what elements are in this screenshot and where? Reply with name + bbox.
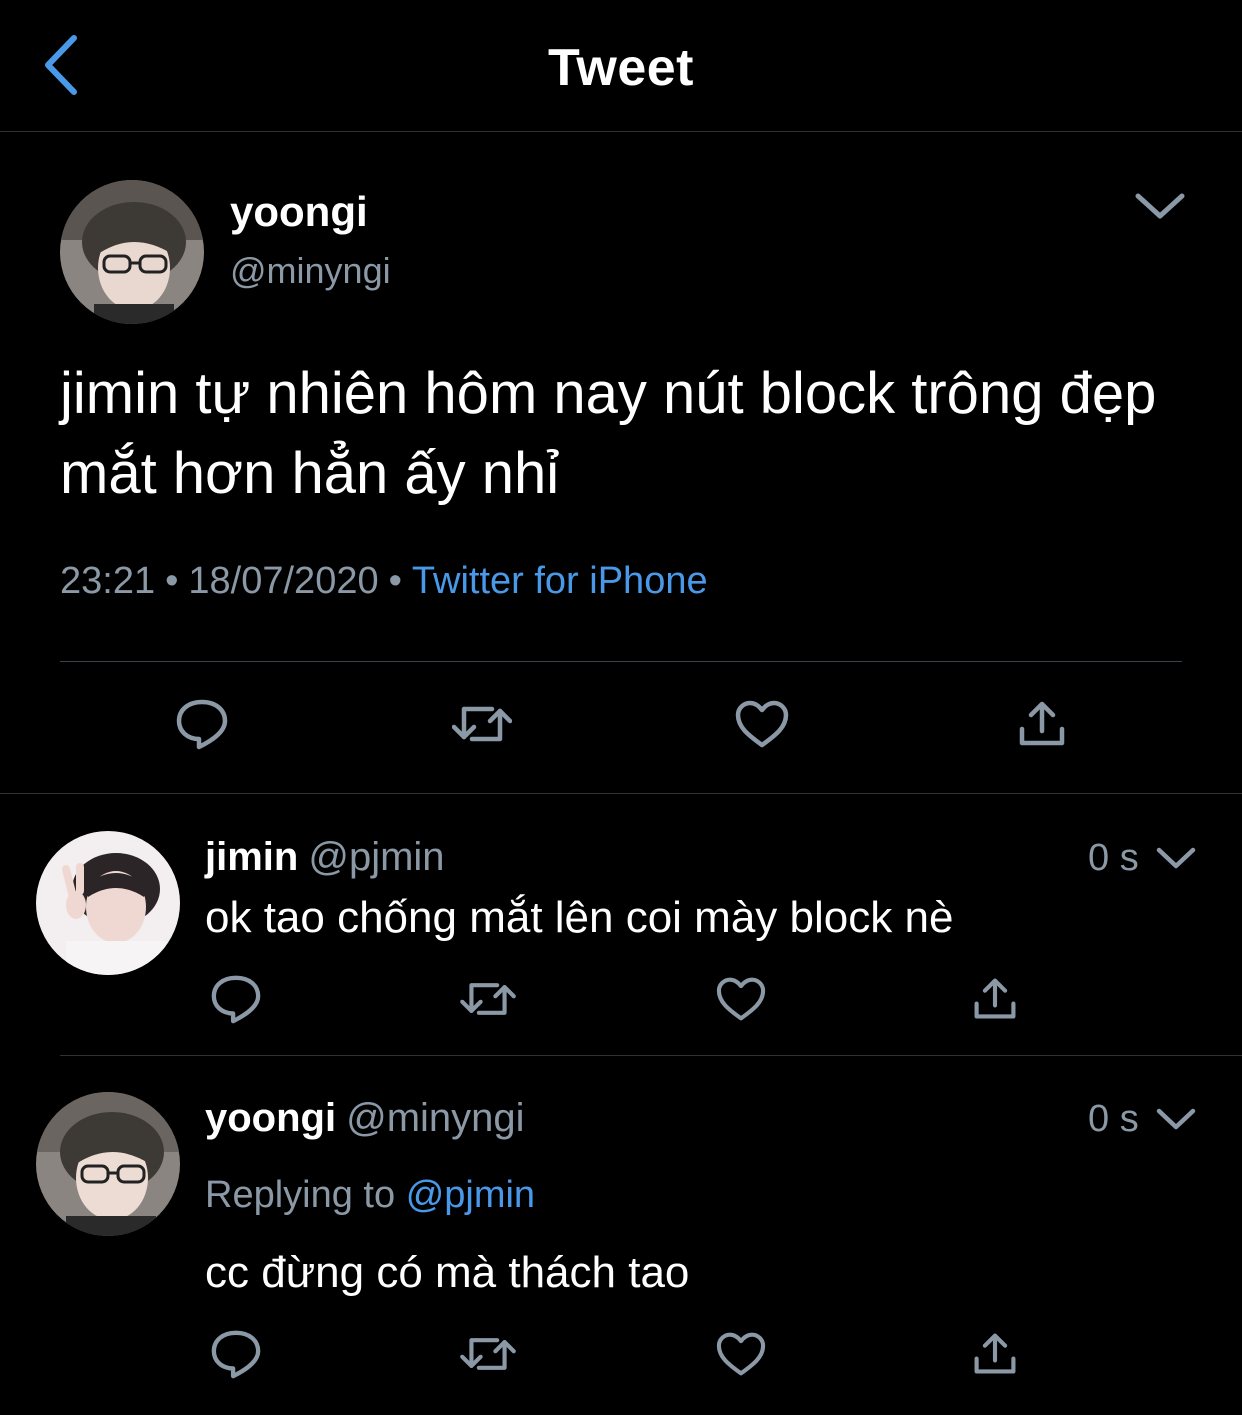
page-title: Tweet [547,39,694,97]
tweet-time: 23:21 [60,560,156,602]
reply-icon [211,1330,261,1379]
like-icon [716,1332,766,1376]
share-icon [1019,701,1065,746]
reply-text: cc đừng có mà thách tao [205,1248,690,1297]
chevron-down-icon [1135,193,1185,219]
reply-icon [176,699,228,750]
mention-link[interactable]: @pjmin [406,1174,535,1216]
like-button[interactable] [730,692,794,756]
reply-button[interactable] [170,692,234,756]
reply-time: 0 s [1088,837,1139,879]
meta-separator: • [165,560,179,602]
share-button[interactable] [1010,692,1074,756]
retweet-button[interactable] [456,967,520,1031]
reply-time: 0 s [1088,1098,1139,1140]
replying-to: Replying to @pjmin [205,1174,535,1217]
retweet-button[interactable] [450,692,514,756]
like-icon [735,700,789,748]
tweet-date: 18/07/2020 [188,560,379,602]
tweet-source-link[interactable]: Twitter for iPhone [412,560,708,602]
reply-menu-button[interactable] [1154,1102,1198,1136]
share-button[interactable] [963,967,1027,1031]
reply-text: ok tao chống mắt lên coi mày block nè [205,893,954,942]
reply-button[interactable] [204,967,268,1031]
share-icon [974,1333,1016,1374]
retweet-button[interactable] [456,1322,520,1386]
like-button[interactable] [709,1322,773,1386]
reply-header: yoongi @minyngi [205,1096,525,1141]
author-handle[interactable]: @minyngi [230,250,391,292]
reply-header: jimin @pjmin [205,835,445,880]
share-icon [974,978,1016,1019]
divider [60,661,1182,662]
author-handle[interactable]: @pjmin [308,835,444,879]
author-name[interactable]: yoongi [205,1096,336,1140]
tweet-meta: 23:21 • 18/07/2020 • Twitter for iPhone [60,560,708,603]
avatar[interactable] [36,831,180,975]
navigation-bar: Tweet [0,0,1242,132]
tweet-text: jimin tự nhiên hôm nay nút block trông đ… [60,361,1157,506]
retweet-icon [460,983,516,1015]
meta-separator: • [388,560,402,602]
main-tweet: yoongi @minyngi jimin tự nhiên hôm nay n… [0,132,1242,794]
reply-tweet[interactable]: yoongi @minyngi 0 s Replying to @pjmin cc… [0,1056,1242,1415]
author-name[interactable]: jimin [205,835,298,879]
share-button[interactable] [963,1322,1027,1386]
retweet-icon [460,1338,516,1370]
like-icon [716,977,766,1021]
like-button[interactable] [709,967,773,1031]
reply-button[interactable] [204,1322,268,1386]
avatar[interactable] [36,1092,180,1236]
tweet-actions [0,692,1242,768]
chevron-down-icon [1156,847,1196,869]
replying-to-label: Replying to [205,1174,396,1216]
reply-menu-button[interactable] [1154,841,1198,875]
reply-icon [211,975,261,1024]
tweet-menu-button[interactable] [1132,182,1188,226]
avatar[interactable] [60,180,204,324]
chevron-down-icon [1156,1108,1196,1130]
author-name[interactable]: yoongi [230,188,368,236]
author-handle[interactable]: @minyngi [346,1096,524,1140]
retweet-icon [452,706,512,742]
reply-tweet[interactable]: jimin @pjmin 0 s ok tao chống mắt lên coi… [0,795,1242,1055]
